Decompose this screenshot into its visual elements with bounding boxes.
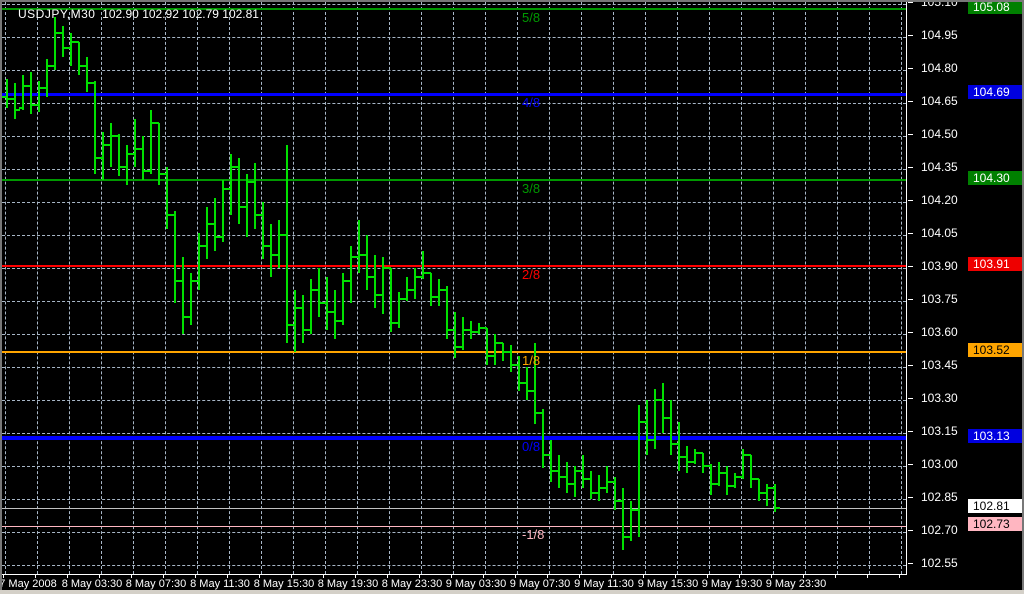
window-border-top <box>0 0 1024 2</box>
price-axis-label: 104.50 <box>921 127 981 141</box>
murrey-label-4-8: 4/8 <box>522 96 540 109</box>
bid-price-badge: 102.81 <box>968 499 1024 513</box>
window-border-left <box>0 0 2 594</box>
price-axis-tick <box>908 68 913 69</box>
price-level-badge: 102.73 <box>968 517 1024 531</box>
price-level-badge: 105.08 <box>968 0 1024 14</box>
symbol-period-label: USDJPY,M30 <box>18 7 95 21</box>
ohlc-bar-path <box>2 17 780 550</box>
mt4-chart-window: USDJPY,M30 102.90 102.92 102.79 102.81 5… <box>0 0 1024 594</box>
price-axis-tick <box>908 167 913 168</box>
price-axis-tick <box>908 200 913 201</box>
price-axis-tick <box>908 35 913 36</box>
price-axis-label: 103.45 <box>921 358 981 372</box>
price-axis-tick <box>908 266 913 267</box>
price-axis-label: 103.30 <box>921 391 981 405</box>
murrey-label-1-8: 1/8 <box>522 354 540 367</box>
price-axis-label: 104.95 <box>921 28 981 42</box>
price-axis-tick <box>908 464 913 465</box>
murrey-label--1-8: -1/8 <box>522 528 544 541</box>
price-axis-label: 104.20 <box>921 193 981 207</box>
price-axis-tick <box>908 497 913 498</box>
time-axis-tick <box>899 575 900 578</box>
price-axis-label: 102.55 <box>921 556 981 570</box>
price-axis-tick <box>908 299 913 300</box>
price-axis-tick <box>908 332 913 333</box>
price-axis-label: 104.05 <box>921 226 981 240</box>
price-level-badge: 103.13 <box>968 429 1024 443</box>
price-axis-label: 103.00 <box>921 457 981 471</box>
price-axis-tick <box>908 233 913 234</box>
price-axis-tick <box>908 101 913 102</box>
price-level-badge: 103.52 <box>968 343 1024 357</box>
ohlc-bars <box>2 2 906 574</box>
price-axis-tick <box>908 2 913 3</box>
price-axis[interactable]: 105.10104.95104.80104.65104.50104.35104.… <box>907 0 1024 590</box>
price-level-badge: 104.69 <box>968 85 1024 99</box>
price-level-badge: 103.91 <box>968 257 1024 271</box>
chart-plot-area[interactable]: USDJPY,M30 102.90 102.92 102.79 102.81 5… <box>2 2 906 574</box>
murrey-label-5-8: 5/8 <box>522 11 540 24</box>
price-level-badge: 104.30 <box>968 171 1024 185</box>
time-axis-tick <box>867 575 868 578</box>
price-axis-tick <box>908 431 913 432</box>
price-axis-tick <box>908 365 913 366</box>
price-axis-label: 103.60 <box>921 325 981 339</box>
price-axis-tick <box>908 563 913 564</box>
price-axis-tick <box>908 530 913 531</box>
price-axis-tick <box>908 134 913 135</box>
price-axis-tick <box>908 398 913 399</box>
chart-title: USDJPY,M30 102.90 102.92 102.79 102.81 <box>18 7 259 21</box>
murrey-label-3-8: 3/8 <box>522 182 540 195</box>
murrey-label-2-8: 2/8 <box>522 268 540 281</box>
ohlc-readout: 102.90 102.92 102.79 102.81 <box>102 7 259 21</box>
window-border-bottom <box>0 590 1024 594</box>
price-axis-label: 104.80 <box>921 61 981 75</box>
price-axis-label: 103.75 <box>921 292 981 306</box>
murrey-label-0-8: 0/8 <box>522 440 540 453</box>
time-axis-label: 9 May 23:30 <box>754 578 838 590</box>
